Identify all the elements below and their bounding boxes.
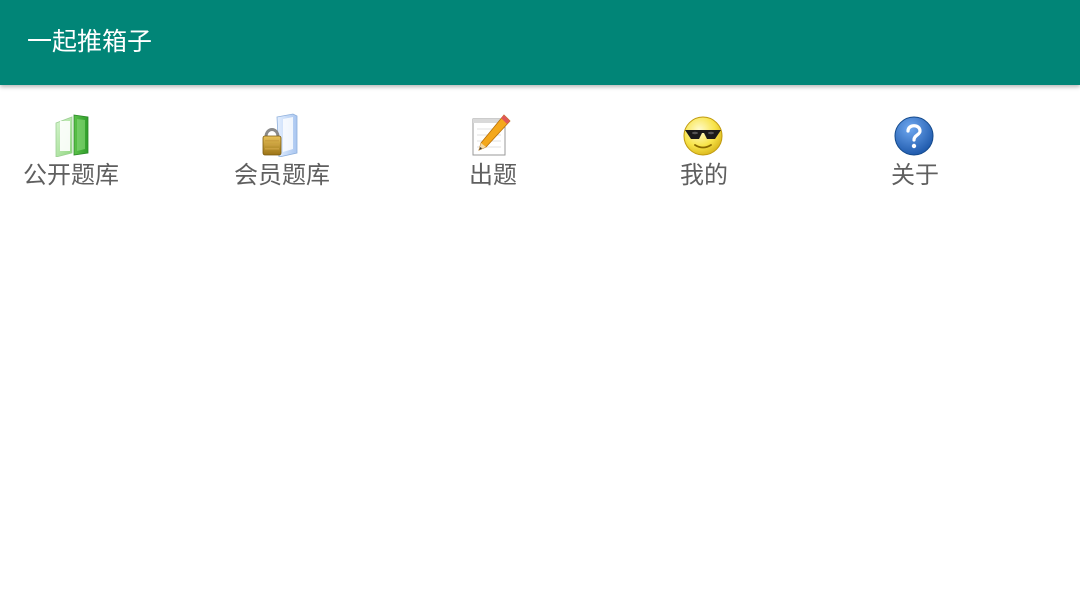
menu-item-label: 我的 <box>680 161 728 189</box>
menu-item-label: 关于 <box>891 161 939 189</box>
locked-folder-icon <box>259 113 301 157</box>
notepad-pencil-icon <box>470 113 512 157</box>
sunglasses-smiley-icon <box>682 113 724 157</box>
menu-item-member-library[interactable]: 会员题库 <box>211 111 421 195</box>
app-bar: 一起推箱子 <box>0 0 1080 85</box>
app-title: 一起推箱子 <box>27 27 153 56</box>
menu-item-public-library[interactable]: 公开题库 <box>0 111 210 195</box>
menu-item-label: 会员题库 <box>234 161 330 189</box>
menu-item-about[interactable]: 关于 <box>844 111 1054 195</box>
menu-item-label: 公开题库 <box>23 161 119 189</box>
menu-item-mine[interactable]: 我的 <box>633 111 843 195</box>
menu-grid: 公开题库 会员题库 出题 我的 关于 <box>0 85 1080 608</box>
green-folder-icon <box>50 113 92 157</box>
help-question-icon <box>893 113 935 157</box>
menu-item-create-puzzle[interactable]: 出题 <box>422 111 632 195</box>
menu-item-label: 出题 <box>469 161 517 189</box>
